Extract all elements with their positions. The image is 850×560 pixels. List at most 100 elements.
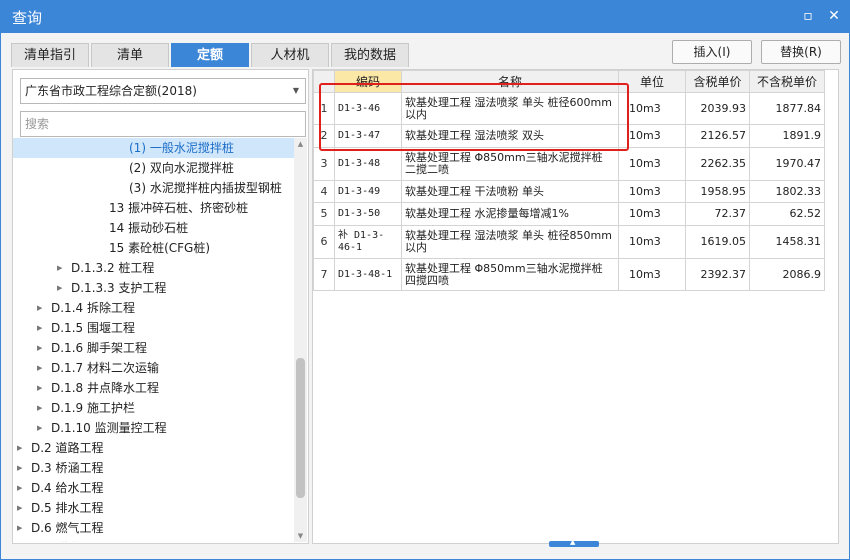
tree-node[interactable]: ▶ D.7 隧道工程 — [13, 538, 294, 542]
price-tax: 2039.93 — [685, 92, 750, 125]
expand-arrow-icon[interactable]: ▶ — [17, 478, 25, 498]
dialog-body: 清单指引 清单 定额 人材机 我的数据 插入(I) 替换(R) 广东省市政工程综… — [0, 33, 850, 560]
tree-node[interactable]: 15 素砼桩(CFG桩) — [13, 238, 294, 258]
col-price-notax[interactable]: 不含税单价 — [749, 70, 825, 93]
chevron-down-icon: ▼ — [292, 86, 299, 95]
col-code[interactable]: 编码 — [334, 70, 402, 93]
quota-unit: 10m3 — [618, 147, 686, 181]
price-notax: 1877.84 — [749, 92, 825, 125]
scroll-down-icon[interactable]: ▼ — [294, 532, 307, 540]
quota-code: 补 D1-3-46-1 — [334, 225, 402, 259]
quota-code: D1-3-50 — [334, 202, 402, 226]
price-tax: 2392.37 — [685, 258, 750, 291]
price-tax: 2126.57 — [685, 124, 750, 148]
tree-node[interactable]: ▶ D.1.3.2 桩工程 — [13, 258, 294, 278]
chevron-up-icon: ▲ — [570, 538, 576, 546]
col-name[interactable]: 名称 — [401, 70, 619, 93]
tree-node[interactable]: ▶ D.5 排水工程 — [13, 498, 294, 518]
expand-arrow-icon[interactable]: ▶ — [57, 258, 65, 278]
tree-node[interactable]: ▶ D.1.10 监测量控工程 — [13, 418, 294, 438]
table-header: 编码 名称 单位 含税单价 不含税单价 — [313, 70, 825, 93]
tree-node[interactable]: (3) 水泥搅拌桩内插拔型钢桩 — [13, 178, 294, 198]
tree-node[interactable]: 13 振冲碎石桩、挤密砂桩 — [13, 198, 294, 218]
restore-icon[interactable]: ▫ — [800, 8, 816, 24]
expand-arrow-icon[interactable]: ▶ — [37, 418, 45, 438]
price-notax: 1891.9 — [749, 124, 825, 148]
tab-bill-guide[interactable]: 清单指引 — [11, 43, 89, 67]
table-row[interactable]: 2 D1-3-47 软基处理工程 湿法喷浆 双头 10m3 2126.57 1891.9 — [313, 124, 825, 148]
tree-node-label: D.1.7 材料二次运输 — [51, 361, 159, 375]
tree-node[interactable]: ▶ D.1.4 拆除工程 — [13, 298, 294, 318]
panel-splitter-handle[interactable]: ▲ — [549, 538, 599, 547]
price-notax: 62.52 — [749, 202, 825, 226]
scroll-up-icon[interactable]: ▲ — [294, 140, 307, 148]
row-index: 4 — [313, 180, 335, 203]
tree-node[interactable]: ▶ D.1.3.3 支护工程 — [13, 278, 294, 298]
row-index: 3 — [313, 147, 335, 181]
quota-unit: 10m3 — [618, 258, 686, 291]
quota-unit: 10m3 — [618, 180, 686, 203]
tree-node[interactable]: (1) 一般水泥搅拌桩 — [13, 138, 294, 158]
col-unit[interactable]: 单位 — [618, 70, 686, 93]
price-tax: 72.37 — [685, 202, 750, 226]
search-input[interactable]: 搜索 — [20, 111, 306, 137]
price-tax: 1958.95 — [685, 180, 750, 203]
table-row[interactable]: 6补 D1-3-46-1 软基处理工程 湿法喷浆 单头 桩径850mm以内 10m3… — [313, 225, 825, 259]
table-row[interactable]: 3 D1-3-48 软基处理工程 Φ850mm三轴水泥搅拌桩 二搅二喷 10m3 226… — [313, 147, 825, 181]
tree-node-label: D.1.5 围堰工程 — [51, 321, 135, 335]
tab-bill[interactable]: 清单 — [91, 43, 169, 67]
tree-node[interactable]: ▶ D.4 给水工程 — [13, 478, 294, 498]
tree-node[interactable]: (2) 双向水泥搅拌桩 — [13, 158, 294, 178]
expand-arrow-icon[interactable]: ▶ — [17, 518, 25, 538]
expand-arrow-icon[interactable]: ▶ — [37, 358, 45, 378]
tree-node-label: D.6 燃气工程 — [31, 521, 104, 535]
quota-library-select[interactable]: 广东省市政工程综合定额(2018) ▼ — [20, 78, 306, 104]
tree-node[interactable]: ▶ D.1.6 脚手架工程 — [13, 338, 294, 358]
tab-my-data[interactable]: 我的数据 — [331, 43, 409, 67]
tree-node[interactable]: ▶ D.3 桥涵工程 — [13, 458, 294, 478]
expand-arrow-icon[interactable]: ▶ — [17, 538, 25, 542]
tree-scrollbar[interactable]: ▲ ▼ — [294, 138, 307, 542]
quota-name: 软基处理工程 湿法喷浆 单头 桩径600mm以内 — [401, 92, 619, 125]
tree-node-label: (3) 水泥搅拌桩内插拔型钢桩 — [129, 181, 282, 195]
tree-node[interactable]: ▶ D.1.8 井点降水工程 — [13, 378, 294, 398]
table-row[interactable]: 1 D1-3-46 软基处理工程 湿法喷浆 单头 桩径600mm以内 10m3 2039… — [313, 92, 825, 125]
col-index — [313, 70, 335, 93]
expand-arrow-icon[interactable]: ▶ — [37, 298, 45, 318]
quota-code: D1-3-47 — [334, 124, 402, 148]
expand-arrow-icon[interactable]: ▶ — [57, 278, 65, 298]
expand-arrow-icon[interactable]: ▶ — [37, 318, 45, 338]
left-panel: 广东省市政工程综合定额(2018) ▼ 搜索 (1) 一般水泥搅拌桩 (2) 双向… — [12, 69, 309, 544]
expand-arrow-icon[interactable]: ▶ — [37, 398, 45, 418]
insert-button[interactable]: 插入(I) — [672, 40, 752, 64]
tree-node-label: D.7 隧道工程 — [31, 538, 104, 542]
tree-node[interactable]: ▶ D.1.9 施工护栏 — [13, 398, 294, 418]
tree-node[interactable]: ▶ D.1.5 围堰工程 — [13, 318, 294, 338]
price-notax: 2086.9 — [749, 258, 825, 291]
quota-tree: (1) 一般水泥搅拌桩 (2) 双向水泥搅拌桩 (3) 水泥搅拌桩内插拔型钢桩 13 … — [13, 138, 294, 542]
tab-quota[interactable]: 定额 — [171, 43, 249, 67]
expand-arrow-icon[interactable]: ▶ — [37, 378, 45, 398]
quota-name: 软基处理工程 湿法喷浆 双头 — [401, 124, 619, 148]
expand-arrow-icon[interactable]: ▶ — [17, 458, 25, 478]
replace-button[interactable]: 替换(R) — [761, 40, 841, 64]
tab-labor-material-machine[interactable]: 人材机 — [251, 43, 329, 67]
table-row[interactable]: 7 D1-3-48-1 软基处理工程 Φ850mm三轴水泥搅拌桩 四搅四喷 10m3 2… — [313, 258, 825, 291]
tree-node[interactable]: ▶ D.6 燃气工程 — [13, 518, 294, 538]
col-price-tax[interactable]: 含税单价 — [685, 70, 750, 93]
tree-node[interactable]: ▶ D.1.7 材料二次运输 — [13, 358, 294, 378]
tree-node-label: 13 振冲碎石桩、挤密砂桩 — [109, 201, 249, 215]
expand-arrow-icon[interactable]: ▶ — [37, 338, 45, 358]
tree-node-label: D.1.3.2 桩工程 — [71, 261, 155, 275]
table-row[interactable]: 5 D1-3-50 软基处理工程 水泥掺量每增减1% 10m3 72.37 62.52 — [313, 202, 825, 226]
tree-node[interactable]: 14 振动砂石桩 — [13, 218, 294, 238]
tree-node-label: D.1.4 拆除工程 — [51, 301, 135, 315]
scroll-thumb[interactable] — [296, 358, 305, 498]
expand-arrow-icon[interactable]: ▶ — [17, 498, 25, 518]
table-row[interactable]: 4 D1-3-49 软基处理工程 干法喷粉 单头 10m3 1958.95 1802.33 — [313, 180, 825, 203]
tree-node[interactable]: ▶ D.2 道路工程 — [13, 438, 294, 458]
expand-arrow-icon[interactable]: ▶ — [17, 438, 25, 458]
close-icon[interactable]: ✕ — [826, 8, 842, 24]
tree-node-label: D.1.9 施工护栏 — [51, 401, 135, 415]
quota-unit: 10m3 — [618, 225, 686, 259]
